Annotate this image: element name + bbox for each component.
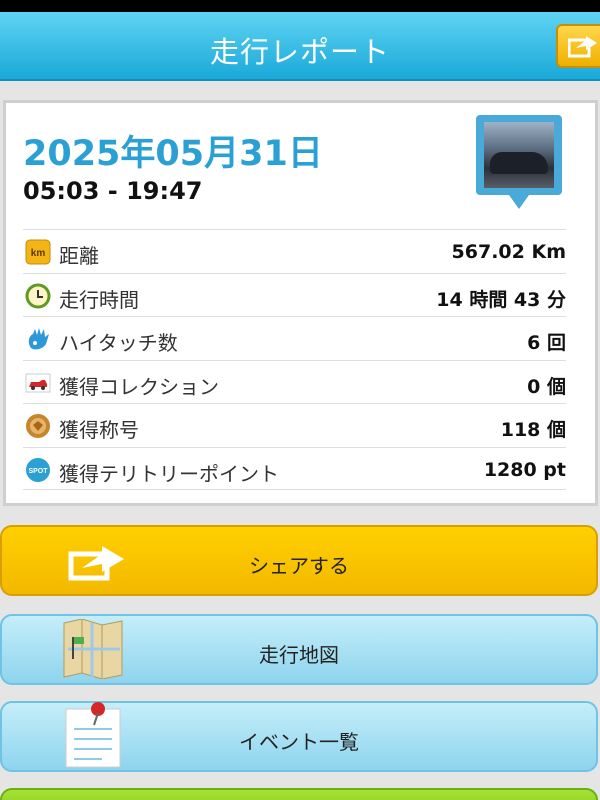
- stat-row-collection: 獲得コレクション 0 個: [23, 359, 566, 404]
- stat-value: 118 個: [500, 419, 566, 441]
- svg-text:SPOT: SPOT: [28, 468, 48, 475]
- stat-label: 走行時間: [59, 287, 139, 312]
- stat-row-drive-time: 走行時間 14 時間 43 分: [23, 272, 566, 317]
- km-icon: km: [25, 239, 51, 265]
- green-action-button[interactable]: [0, 788, 598, 800]
- high-five-icon: [28, 328, 49, 350]
- drive-map-button-label: 走行地図: [259, 643, 339, 667]
- clock-icon: [25, 283, 51, 308]
- car-photo: [484, 122, 554, 188]
- header-share-button[interactable]: [556, 24, 600, 68]
- stat-value: 6 回: [527, 332, 566, 354]
- event-list-button-label: イベント一覧: [239, 730, 359, 754]
- share-icon: [568, 36, 597, 58]
- stat-row-titles: 獲得称号 118 個: [23, 403, 566, 447]
- stats-list: km 距離 567.02 Km 走行時間 14 時間 43 分 ハイタッチ数 6…: [23, 229, 566, 490]
- stat-label: 距離: [59, 244, 99, 268]
- stat-value: 14 時間 43 分: [436, 288, 566, 311]
- stat-row-distance: km 距離 567.02 Km: [23, 229, 566, 273]
- page-title: 走行レポート: [209, 35, 390, 69]
- stat-value: 1280 pt: [483, 458, 566, 481]
- car-photo-pin[interactable]: [476, 115, 562, 209]
- report-time-range: 05:03 - 19:47: [23, 177, 203, 205]
- report-date: 2025年05月31日: [23, 134, 323, 174]
- report-card: 2025年05月31日 05:03 - 19:47 km 距離 567.02 K…: [3, 100, 598, 506]
- stat-value: 0 個: [527, 375, 566, 398]
- share-button-label: シェアする: [249, 554, 349, 578]
- status-bar: [0, 0, 600, 12]
- spot-icon: SPOT: [26, 457, 50, 482]
- svg-text:km: km: [31, 248, 46, 259]
- stat-value: 567.02 Km: [451, 241, 566, 263]
- stat-label: 獲得コレクション: [59, 374, 219, 399]
- stat-label: 獲得称号: [59, 418, 139, 442]
- stat-row-territory: SPOT 獲得テリトリーポイント 1280 pt: [23, 446, 566, 490]
- event-list-button[interactable]: イベント一覧: [0, 701, 598, 772]
- stat-row-high-five: ハイタッチ数 6 回: [23, 316, 566, 360]
- stat-label: 獲得テリトリーポイント: [59, 461, 279, 486]
- stat-label: ハイタッチ数: [59, 331, 178, 355]
- app-header: 走行レポート: [0, 12, 600, 81]
- drive-map-button[interactable]: 走行地図: [0, 614, 598, 685]
- share-button[interactable]: シェアする: [0, 525, 598, 596]
- car-icon: [25, 373, 51, 392]
- medal-icon: [26, 414, 50, 438]
